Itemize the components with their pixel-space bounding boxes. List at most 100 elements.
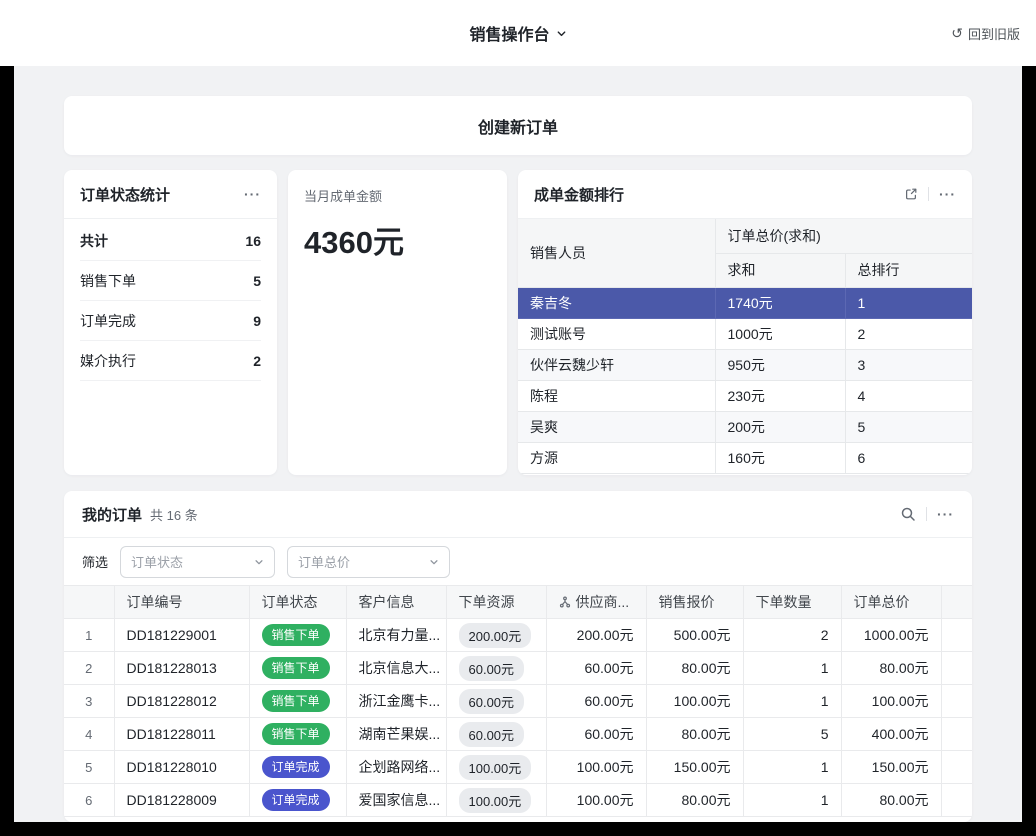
order-row[interactable]: 1 DD181229001 销售下单 北京有力量... 200.00元 200.…: [64, 619, 972, 652]
sum-cell: 230元: [715, 380, 845, 411]
order-row[interactable]: 4 DD181228011 销售下单 湖南芒果娱... 60.00元 60.00…: [64, 718, 972, 751]
resource-tag: 60.00元: [459, 689, 525, 714]
customer-cell: 湖南芒果娱...: [346, 718, 446, 751]
status-cell: 销售下单: [249, 652, 346, 685]
resource-cell: 60.00元: [446, 652, 546, 685]
back-to-old-version-link[interactable]: ↺ 回到旧版: [951, 0, 1020, 66]
status-rows: 共计 16 销售下单 5 订单完成 9 媒介执行 2: [64, 219, 277, 381]
col-header-status: 订单状态: [249, 586, 346, 619]
status-row: 媒介执行 2: [80, 341, 261, 381]
order-no-cell: DD181228011: [114, 718, 249, 751]
quote-cell: 150.00元: [646, 751, 743, 784]
row-number-cell: 3: [64, 685, 114, 718]
order-total-filter-placeholder: 订单总价: [298, 552, 350, 571]
more-menu-icon[interactable]: ···: [937, 507, 954, 521]
rank-cell: 3: [845, 349, 972, 380]
spacer-cell: [941, 619, 972, 652]
filter-row: 筛选 订单状态 订单总价: [64, 538, 972, 585]
resource-cell: 100.00元: [446, 751, 546, 784]
order-row[interactable]: 2 DD181228013 销售下单 北京信息大... 60.00元 60.00…: [64, 652, 972, 685]
total-cell: 150.00元: [841, 751, 941, 784]
total-cell: 80.00元: [841, 652, 941, 685]
status-row: 销售下单 5: [80, 261, 261, 301]
salesperson-cell: 陈程: [518, 380, 715, 411]
status-cell: 销售下单: [249, 619, 346, 652]
col-header-supplier: 供应商...: [546, 586, 646, 619]
status-badge: 销售下单: [262, 657, 330, 679]
stats-cards-row: 订单状态统计 ··· 共计 16 销售下单 5 订单完成 9 媒介执行: [64, 170, 972, 475]
monthly-amount-value: 4360元: [304, 217, 491, 262]
salesperson-cell: 方源: [518, 442, 715, 473]
ranking-row[interactable]: 秦吉冬 1740元 1: [518, 287, 972, 318]
workspace-switcher[interactable]: 销售操作台: [469, 21, 566, 45]
more-menu-icon[interactable]: ···: [939, 187, 956, 201]
quote-cell: 80.00元: [646, 718, 743, 751]
ranking-table: 销售人员 订单总价(求和) 求和 总排行 秦吉冬 1740元 1: [518, 219, 972, 474]
spacer-cell: [941, 784, 972, 817]
resource-cell: 60.00元: [446, 685, 546, 718]
sum-cell: 160元: [715, 442, 845, 473]
col-header-sum: 求和: [715, 253, 845, 287]
resource-tag: 100.00元: [459, 755, 532, 780]
status-label: 销售下单: [80, 271, 136, 291]
monthly-amount-card: 当月成单金额 4360元: [288, 170, 507, 475]
spacer-cell: [941, 652, 972, 685]
salesperson-cell: 伙伴云魏少轩: [518, 349, 715, 380]
more-menu-icon[interactable]: ···: [244, 187, 261, 201]
monthly-amount-label: 当月成单金额: [304, 186, 491, 205]
order-total-filter-select[interactable]: 订单总价: [287, 546, 450, 578]
status-row-total: 共计 16: [80, 221, 261, 261]
qty-cell: 1: [743, 685, 841, 718]
status-cell: 销售下单: [249, 718, 346, 751]
search-icon[interactable]: [900, 506, 916, 522]
lookup-icon: [559, 596, 571, 608]
order-row[interactable]: 3 DD181228012 销售下单 浙江金鹰卡... 60.00元 60.00…: [64, 685, 972, 718]
salesperson-cell: 吴爽: [518, 411, 715, 442]
my-orders-title: 我的订单: [82, 504, 142, 525]
divider: [928, 187, 929, 201]
status-badge: 订单完成: [262, 756, 330, 778]
col-header-row-number: [64, 586, 114, 619]
ranking-row[interactable]: 方源 160元 6: [518, 442, 972, 473]
order-row[interactable]: 6 DD181228009 订单完成 爱国家信息... 100.00元 100.…: [64, 784, 972, 817]
col-header-order-no: 订单编号: [114, 586, 249, 619]
my-orders-count: 共 16 条: [150, 505, 198, 524]
rank-cell: 6: [845, 442, 972, 473]
supplier-cell: 60.00元: [546, 718, 646, 751]
divider: [926, 507, 927, 521]
chevron-down-icon: [254, 557, 264, 567]
spacer-cell: [941, 685, 972, 718]
revert-icon: ↺: [951, 26, 963, 40]
ranking-row[interactable]: 吴爽 200元 5: [518, 411, 972, 442]
col-header-rank: 总排行: [845, 253, 972, 287]
order-status-stats-header: 订单状态统计 ···: [64, 170, 277, 219]
rank-cell: 4: [845, 380, 972, 411]
col-header-spacer: [941, 586, 972, 619]
dashboard-content: 创建新订单 订单状态统计 ··· 共计 16 销售下单 5 订单完成 9: [14, 66, 1022, 822]
create-order-button[interactable]: 创建新订单: [64, 96, 972, 155]
top-bar: 销售操作台 ↺ 回到旧版: [0, 0, 1036, 66]
spacer-cell: [941, 718, 972, 751]
col-header-qty: 下单数量: [743, 586, 841, 619]
resource-tag: 60.00元: [459, 722, 525, 747]
status-row: 订单完成 9: [80, 301, 261, 341]
resource-cell: 200.00元: [446, 619, 546, 652]
status-cell: 订单完成: [249, 784, 346, 817]
order-status-filter-select[interactable]: 订单状态: [120, 546, 275, 578]
ranking-row[interactable]: 伙伴云魏少轩 950元 3: [518, 349, 972, 380]
order-no-cell: DD181228010: [114, 751, 249, 784]
col-header-resource: 下单资源: [446, 586, 546, 619]
ranking-row[interactable]: 陈程 230元 4: [518, 380, 972, 411]
resource-cell: 60.00元: [446, 718, 546, 751]
amount-ranking-card: 成单金额排行 ··· 销售人员: [518, 170, 972, 475]
open-in-new-icon[interactable]: [904, 187, 918, 201]
status-label: 订单完成: [80, 311, 136, 331]
quote-cell: 100.00元: [646, 685, 743, 718]
ranking-row[interactable]: 测试账号 1000元 2: [518, 318, 972, 349]
order-no-cell: DD181228013: [114, 652, 249, 685]
orders-header-row: 订单编号 订单状态 客户信息 下单资源 供应商... 销售报价: [64, 586, 972, 619]
amount-ranking-title: 成单金额排行: [534, 184, 624, 205]
order-row[interactable]: 5 DD181228010 订单完成 企划路网络... 100.00元 100.…: [64, 751, 972, 784]
row-number-cell: 5: [64, 751, 114, 784]
spacer-cell: [941, 751, 972, 784]
